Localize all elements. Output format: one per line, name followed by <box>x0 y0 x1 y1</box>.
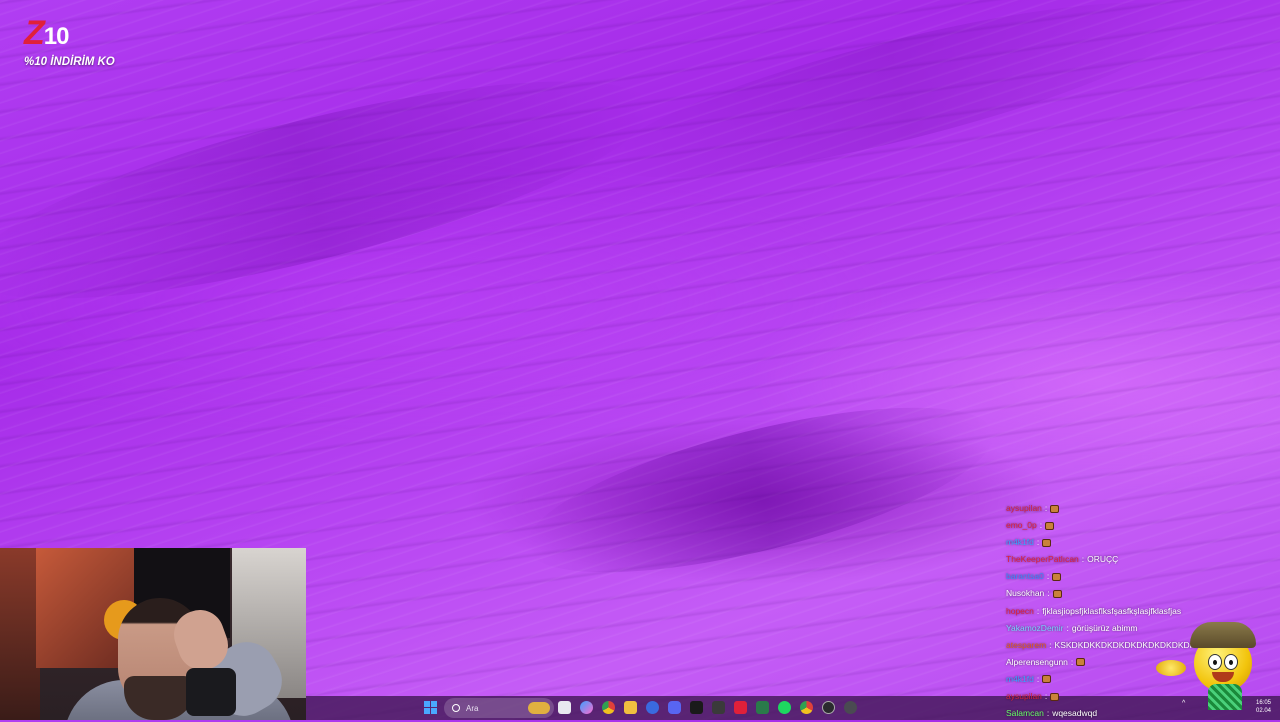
chat-username: hopecn <box>1006 605 1034 616</box>
obs-icon[interactable] <box>822 701 835 714</box>
chat-message: emo_0p: <box>1006 517 1276 534</box>
discord-icon[interactable] <box>668 701 681 714</box>
chat-separator: : <box>1046 708 1050 719</box>
spotify-icon[interactable] <box>778 701 791 714</box>
chat-username: Alperensengunn <box>1006 656 1068 667</box>
start-menu-icon[interactable] <box>424 701 437 714</box>
sponsor-logo: Z10 %10 İNDİRİM KO <box>24 16 124 68</box>
search-icon <box>452 704 460 712</box>
copilot-icon[interactable] <box>580 701 593 714</box>
chat-username: YakamozDemir <box>1006 622 1064 633</box>
app-icon[interactable] <box>734 701 747 714</box>
logo-brand: Z10 <box>24 16 124 54</box>
chat-emote-icon <box>1052 572 1062 581</box>
chat-text: ORUÇÇ <box>1087 554 1119 565</box>
chat-separator: : <box>1036 605 1040 616</box>
chat-emote-icon <box>1050 692 1060 701</box>
chat-text: fjklasjiopsfjklasflksfşasfkşlasjfklasfja… <box>1042 605 1182 616</box>
chat-message: aysupilan: <box>1006 500 1276 517</box>
chat-emote-icon <box>1050 504 1060 513</box>
chat-separator: : <box>1046 571 1050 582</box>
chat-emote-icon <box>1052 590 1062 599</box>
chat-emote-icon <box>1042 675 1052 684</box>
chat-emote-icon <box>1045 521 1055 530</box>
chat-username: emo_0p <box>1006 520 1037 531</box>
chat-separator: : <box>1044 503 1048 513</box>
chat-separator: : <box>1081 554 1085 565</box>
chat-message: Nusokhan: <box>1006 585 1276 602</box>
chat-username: m4k1fd <box>1006 673 1034 684</box>
chat-username: TheKeeperPatlıcan <box>1006 554 1079 565</box>
microphone <box>186 668 236 716</box>
chat-username: aysupilan <box>1006 503 1042 513</box>
app-icon[interactable] <box>756 701 769 714</box>
file-explorer-icon[interactable] <box>624 701 637 714</box>
widgets-icon[interactable] <box>528 702 550 714</box>
chat-text: wqesadwqd <box>1052 708 1098 719</box>
app-icon[interactable] <box>690 701 703 714</box>
chat-separator: : <box>1066 622 1069 633</box>
chat-username: aysupilan <box>1006 691 1042 702</box>
chat-message: m4k1fd: <box>1006 534 1276 551</box>
chat-text: görüşürüz abimm <box>1071 622 1138 633</box>
chat-separator: : <box>1036 537 1040 548</box>
logo-brand-letter: Z <box>24 14 45 52</box>
chat-separator: : <box>1044 691 1048 702</box>
chat-username: barantsa0 <box>1006 571 1044 582</box>
app-icon[interactable] <box>712 701 725 714</box>
chat-separator: : <box>1049 639 1052 650</box>
wallpaper-feather-shadow <box>512 373 1008 607</box>
chat-message: TheKeeperPatlıcan: ORUÇÇ <box>1006 551 1276 568</box>
chat-message: barantsa0: <box>1006 568 1276 585</box>
search-placeholder: Ara <box>466 703 479 713</box>
chat-separator: : <box>1036 673 1040 684</box>
chat-username: m4k1fd <box>1006 537 1034 548</box>
chat-separator: : <box>1070 656 1074 667</box>
chat-username: atesparem <box>1006 639 1047 650</box>
wallpaper-feather-shadow <box>596 0 1204 212</box>
chat-username: Nusokhan <box>1006 588 1045 599</box>
chat-emote-icon <box>1042 538 1052 547</box>
logo-brand-number: 10 <box>43 23 70 50</box>
ccleaner-icon[interactable] <box>646 701 659 714</box>
chat-emote-icon <box>1076 658 1086 667</box>
chrome-icon[interactable] <box>800 701 813 714</box>
chat-username: Salamcan <box>1006 708 1044 719</box>
chat-separator: : <box>1039 520 1043 531</box>
wallpaper-feather-shadow <box>0 37 667 343</box>
webcam-feed <box>0 548 306 720</box>
logo-tagline: %10 İNDİRİM KO <box>24 56 115 68</box>
chat-message: hopecn: fjklasjiopsfjklasflksfşasfkşlasjf… <box>1006 603 1276 620</box>
chrome-icon[interactable] <box>602 701 615 714</box>
task-view-icon[interactable] <box>558 701 571 714</box>
money-emoji-mascot <box>1156 620 1260 710</box>
app-icon[interactable] <box>844 701 857 714</box>
chat-separator: : <box>1047 588 1050 599</box>
